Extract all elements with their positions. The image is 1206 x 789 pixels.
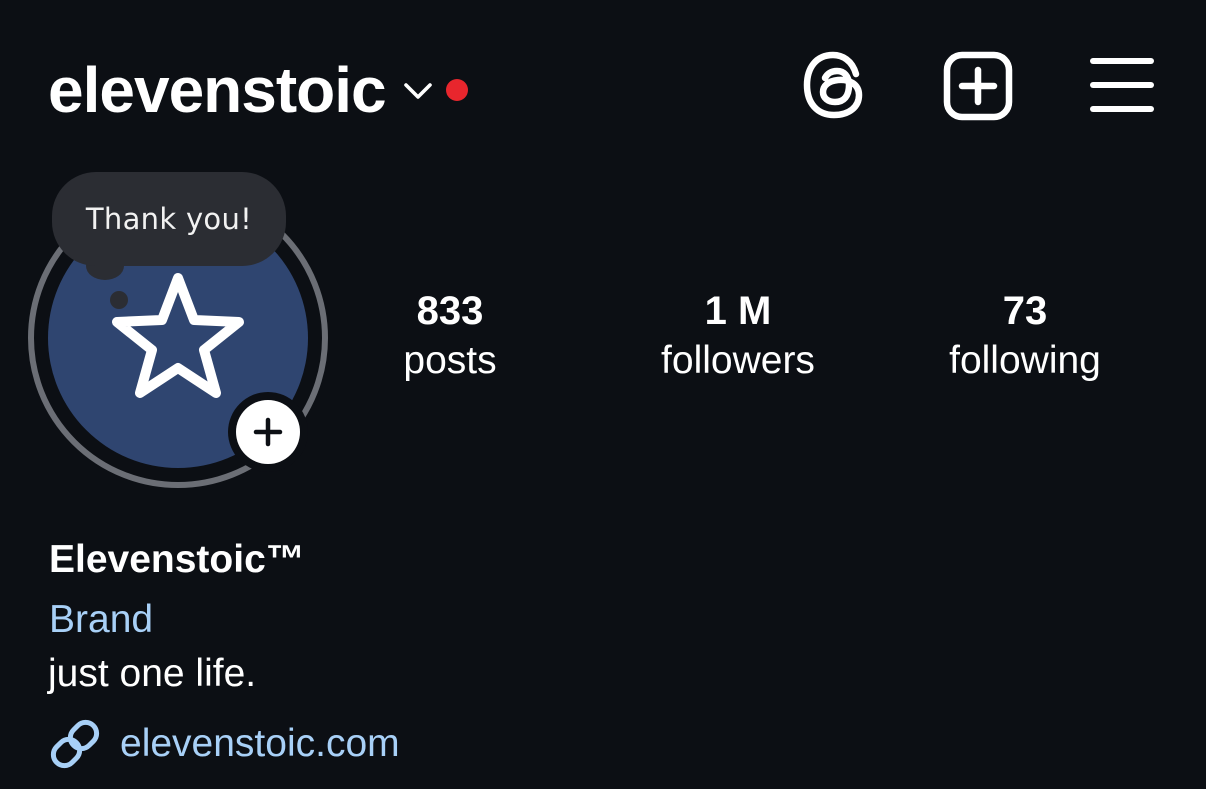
notification-dot — [445, 79, 468, 101]
hamburger-menu-icon[interactable] — [1089, 55, 1155, 115]
bio-text: just one life. — [48, 652, 257, 695]
note-text: Thank you! — [85, 202, 253, 236]
posts-stat[interactable]: 833 posts — [380, 288, 520, 386]
followers-stat[interactable]: 1 M followers — [628, 288, 848, 386]
note-bubble[interactable]: Thank you! — [52, 172, 286, 266]
threads-icon[interactable] — [800, 50, 868, 120]
following-count: 73 — [1002, 289, 1048, 333]
profile-header: elevenstoic — [0, 0, 1206, 175]
following-label: following — [949, 339, 1101, 382]
posts-count: 833 — [416, 289, 484, 333]
plus-icon — [253, 417, 283, 447]
link-icon — [50, 719, 100, 769]
account-switcher[interactable]: elevenstoic — [48, 50, 468, 130]
plus-square-icon[interactable] — [943, 51, 1013, 121]
star-icon — [112, 273, 244, 398]
followers-count: 1 M — [704, 289, 772, 333]
website-link[interactable]: elevenstoic.com — [48, 718, 400, 770]
username: elevenstoic — [48, 54, 387, 126]
followers-label: followers — [661, 339, 815, 382]
add-story-button[interactable] — [228, 392, 308, 472]
add-story-badge — [236, 400, 300, 464]
posts-label: posts — [403, 339, 497, 382]
website-link-text: elevenstoic.com — [120, 722, 400, 765]
display-name: Elevenstoic™ — [49, 538, 305, 581]
category-label[interactable]: Brand — [49, 596, 153, 644]
note-bubble-tail-dot — [110, 291, 128, 309]
following-stat[interactable]: 73 following — [925, 288, 1125, 386]
chevron-down-icon — [403, 83, 432, 99]
